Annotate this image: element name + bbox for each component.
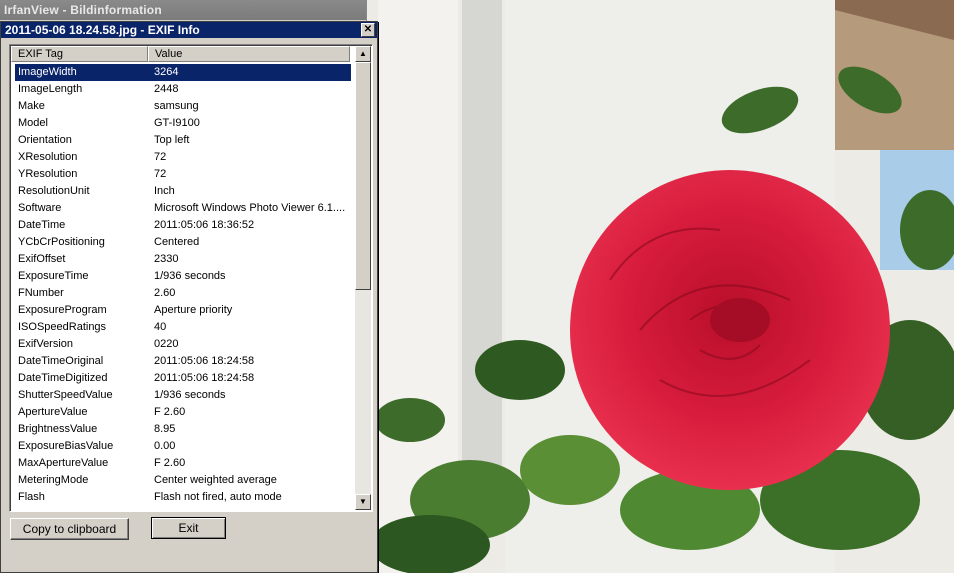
exif-rows: ImageWidth 3264 ImageLength 2448 Make samsung…: [15, 64, 351, 506]
exif-tag-cell: ExifVersion: [18, 338, 74, 350]
exif-tag-cell: ApertureValue: [18, 406, 88, 418]
exif-dialog-titlebar[interactable]: 2011-05-06 18.24.58.jpg - EXIF Info ✕: [1, 22, 377, 38]
exif-tag-cell: YResolution: [18, 168, 78, 180]
exif-tag-cell: ImageWidth: [18, 66, 77, 78]
exif-tag-cell: DateTimeDigitized: [18, 372, 108, 384]
exif-tag-cell: MeteringMode: [18, 474, 89, 486]
exif-tag-cell: Flash: [18, 491, 45, 503]
exif-value-cell: 0220: [154, 338, 179, 350]
table-row[interactable]: DateTimeOriginal 2011:05:06 18:24:58: [15, 353, 351, 370]
exif-dialog-title: 2011-05-06 18.24.58.jpg - EXIF Info: [5, 23, 200, 37]
exif-tag-cell: ExposureBiasValue: [18, 440, 114, 452]
exif-tag-cell: ResolutionUnit: [18, 185, 90, 197]
table-row[interactable]: YCbCrPositioning Centered: [15, 234, 351, 251]
table-row[interactable]: YResolution 72: [15, 166, 351, 183]
exif-info-dialog: 2011-05-06 18.24.58.jpg - EXIF Info ✕ EX…: [0, 21, 378, 573]
exif-value-cell: Microsoft Windows Photo Viewer 6.1....: [154, 202, 346, 214]
table-row[interactable]: ExifOffset 2330: [15, 251, 351, 268]
exif-value-cell: 1/936 seconds: [154, 389, 226, 401]
exif-value-cell: 2011:05:06 18:24:58: [154, 355, 255, 367]
exif-value-cell: Centered: [154, 236, 200, 248]
table-row[interactable]: Flash Flash not fired, auto mode: [15, 489, 351, 506]
exif-tag-cell: XResolution: [18, 151, 78, 163]
table-row[interactable]: ExposureBiasValue 0.00: [15, 438, 351, 455]
exif-tag-cell: YCbCrPositioning: [18, 236, 105, 248]
table-row[interactable]: XResolution 72: [15, 149, 351, 166]
column-header-exif-tag[interactable]: EXIF Tag: [11, 46, 148, 62]
table-row[interactable]: Make samsung: [15, 98, 351, 115]
exif-value-cell: 2.60: [154, 287, 176, 299]
exif-tag-cell: Model: [18, 117, 48, 129]
list-header: EXIF Tag Value: [11, 46, 354, 62]
table-row[interactable]: ImageLength 2448: [15, 81, 351, 98]
exif-tag-cell: BrightnessValue: [18, 423, 98, 435]
exif-value-cell: 3264: [154, 66, 179, 78]
exif-value-cell: 1/936 seconds: [154, 270, 226, 282]
close-icon[interactable]: ✕: [361, 23, 375, 37]
table-row[interactable]: Model GT-I9100: [15, 115, 351, 132]
exif-value-cell: F 2.60: [154, 457, 186, 469]
exif-value-cell: Top left: [154, 134, 190, 146]
main-window-title: IrfanView - Bildinformation: [0, 0, 366, 20]
exif-value-cell: Aperture priority: [154, 304, 233, 316]
exif-tag-cell: ExifOffset: [18, 253, 66, 265]
exif-tag-cell: DateTime: [18, 219, 66, 231]
table-row[interactable]: ExposureTime 1/936 seconds: [15, 268, 351, 285]
exif-value-cell: 8.95: [154, 423, 176, 435]
exif-value-cell: GT-I9100: [154, 117, 200, 129]
exif-tag-cell: ISOSpeedRatings: [18, 321, 107, 333]
exif-list[interactable]: EXIF Tag Value ImageWidth 3264 ImageLength…: [9, 44, 373, 512]
table-row[interactable]: ResolutionUnit Inch: [15, 183, 351, 200]
exif-value-cell: 72: [154, 168, 167, 180]
scrollbar-thumb[interactable]: [355, 62, 371, 290]
column-header-value[interactable]: Value: [148, 46, 350, 62]
scroll-down-icon[interactable]: ▼: [355, 494, 371, 510]
scroll-up-icon[interactable]: ▲: [355, 46, 371, 62]
table-row[interactable]: DateTimeDigitized 2011:05:06 18:24:58: [15, 370, 351, 387]
copy-to-clipboard-button[interactable]: Copy to clipboard: [10, 518, 129, 540]
table-row[interactable]: Orientation Top left: [15, 132, 351, 149]
table-row[interactable]: ExposureProgram Aperture priority: [15, 302, 351, 319]
exif-tag-cell: Orientation: [18, 134, 72, 146]
exif-tag-cell: ImageLength: [18, 83, 83, 95]
table-row[interactable]: BrightnessValue 8.95: [15, 421, 351, 438]
exif-value-cell: samsung: [154, 100, 199, 112]
exif-value-cell: F 2.60: [154, 406, 186, 418]
exif-tag-cell: ExposureTime: [18, 270, 89, 282]
table-row[interactable]: ISOSpeedRatings 40: [15, 319, 351, 336]
table-row[interactable]: ApertureValue F 2.60: [15, 404, 351, 421]
table-row[interactable]: MaxApertureValue F 2.60: [15, 455, 351, 472]
exif-value-cell: Center weighted average: [154, 474, 277, 486]
exif-value-cell: 2011:05:06 18:36:52: [154, 219, 255, 231]
exif-value-cell: 2011:05:06 18:24:58: [154, 372, 255, 384]
vertical-scrollbar[interactable]: ▲ ▼: [355, 46, 371, 510]
exif-value-cell: 2448: [154, 83, 179, 95]
table-row[interactable]: ShutterSpeedValue 1/936 seconds: [15, 387, 351, 404]
table-row[interactable]: ExifVersion 0220: [15, 336, 351, 353]
exif-tag-cell: ExposureProgram: [18, 304, 107, 316]
table-row[interactable]: ImageWidth 3264: [15, 64, 351, 81]
exif-value-cell: 2330: [154, 253, 179, 265]
table-row[interactable]: FNumber 2.60: [15, 285, 351, 302]
exif-value-cell: Inch: [154, 185, 175, 197]
table-row[interactable]: Software Microsoft Windows Photo Viewer 6…: [15, 200, 351, 217]
exif-tag-cell: FNumber: [18, 287, 64, 299]
exif-tag-cell: Software: [18, 202, 62, 214]
exif-value-cell: 40: [154, 321, 167, 333]
exif-tag-cell: ShutterSpeedValue: [18, 389, 113, 401]
table-row[interactable]: DateTime 2011:05:06 18:36:52: [15, 217, 351, 234]
exit-button[interactable]: Exit: [151, 517, 226, 539]
exif-tag-cell: Make: [18, 100, 45, 112]
exif-value-cell: Flash not fired, auto mode: [154, 491, 282, 503]
exif-value-cell: 0.00: [154, 440, 176, 452]
exif-value-cell: 72: [154, 151, 167, 163]
table-row[interactable]: MeteringMode Center weighted average: [15, 472, 351, 489]
exif-tag-cell: DateTimeOriginal: [18, 355, 104, 367]
exif-tag-cell: MaxApertureValue: [18, 457, 109, 469]
